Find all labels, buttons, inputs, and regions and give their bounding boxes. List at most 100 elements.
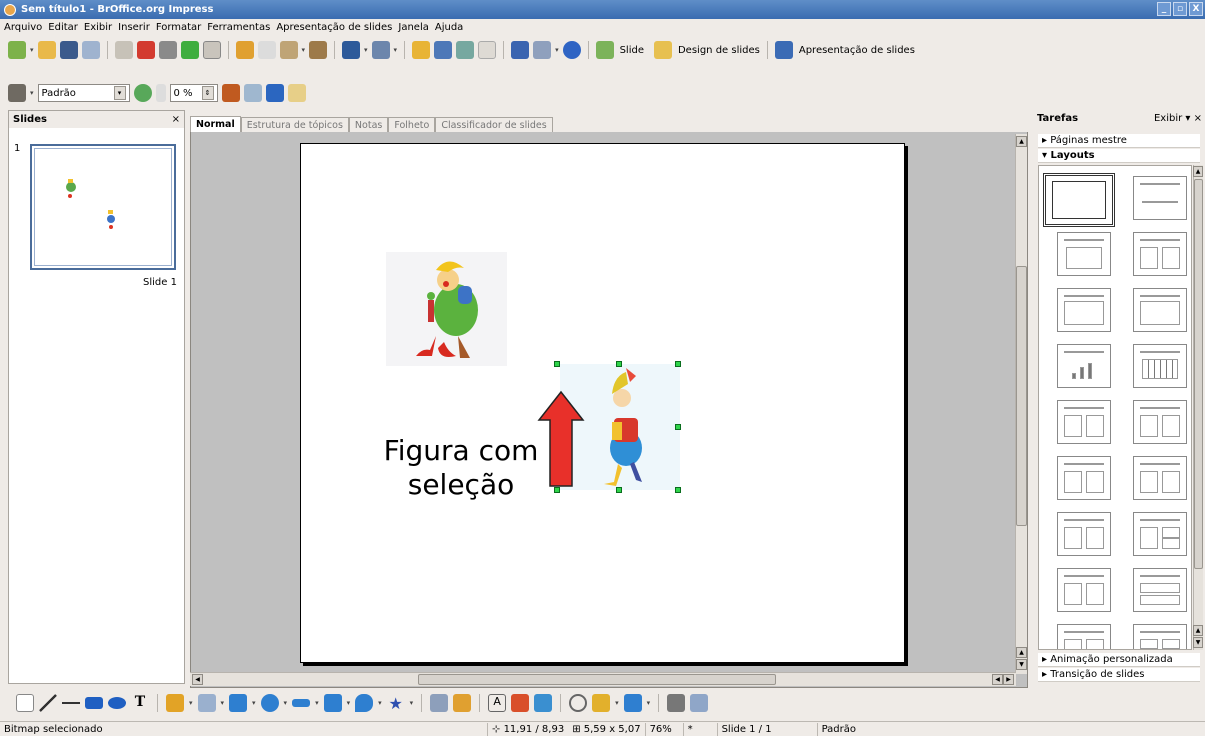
tab-outline[interactable]: Estrutura de tópicos (240, 117, 349, 132)
clown-image-1[interactable] (386, 252, 507, 366)
print-icon[interactable] (158, 41, 177, 59)
basic-shapes-icon[interactable] (229, 694, 248, 712)
selection-handle[interactable] (616, 487, 622, 493)
chevron-down-icon[interactable]: ▾ (221, 699, 225, 707)
stepper-icon[interactable]: ⇕ (201, 86, 214, 100)
chevron-down-icon[interactable]: ▾ (378, 699, 382, 707)
zoom-icon[interactable] (533, 41, 552, 59)
interaction-icon[interactable] (690, 694, 709, 712)
selection-handle[interactable] (675, 424, 681, 430)
paint-bucket-icon[interactable] (243, 84, 262, 102)
layout-two-objects-over-text[interactable] (1133, 624, 1187, 649)
menu-arquivo[interactable]: Arquivo (4, 22, 42, 33)
tasks-view-menu[interactable]: Exibir ▾ × (1154, 113, 1202, 124)
selection-handle[interactable] (675, 361, 681, 367)
slide-canvas[interactable]: Figura com seleção (300, 143, 905, 663)
section-layouts[interactable]: ▾ Layouts (1038, 149, 1200, 163)
layout-chart[interactable] (1057, 344, 1111, 388)
chevron-down-icon[interactable]: ▾ (615, 699, 619, 707)
page-down-icon[interactable]: ▼ (1193, 637, 1203, 648)
alignment-icon[interactable] (592, 694, 611, 712)
section-master-pages[interactable]: ▸ Páginas mestre (1038, 134, 1200, 148)
layout-text-chart[interactable] (1133, 400, 1187, 444)
selection-handle[interactable] (675, 487, 681, 493)
line-icon[interactable] (39, 694, 57, 712)
spellcheck-icon[interactable] (180, 41, 199, 59)
rectangle-icon[interactable] (85, 697, 103, 709)
menu-apresentacao[interactable]: Apresentação de slides (276, 22, 392, 33)
connector-icon[interactable] (197, 694, 216, 712)
rotate-icon[interactable] (569, 694, 588, 712)
export-icon[interactable] (114, 41, 133, 59)
table-icon[interactable] (434, 41, 453, 59)
annotation-text[interactable]: Figura com seleção (361, 434, 561, 502)
presentation-button[interactable]: Apresentação de slides (799, 45, 915, 56)
layout-blank[interactable] (1043, 173, 1115, 227)
presentation-icon[interactable] (774, 41, 793, 59)
stars-icon[interactable]: ★ (387, 694, 405, 713)
line-style-icon[interactable] (8, 84, 26, 102)
save-icon[interactable] (59, 41, 78, 59)
navigator-cross-icon[interactable] (511, 41, 530, 59)
shadow-icon[interactable] (265, 84, 284, 102)
color-icon[interactable] (133, 84, 152, 102)
horizontal-scroll-thumb[interactable] (418, 674, 776, 685)
transparency-field[interactable]: 0 % ⇕ (169, 84, 218, 102)
gallery-icon[interactable] (534, 694, 553, 712)
close-icon[interactable]: × (172, 114, 180, 125)
layout-title-box[interactable] (1133, 288, 1187, 332)
extrusion-icon[interactable] (667, 694, 686, 712)
section-slide-transition[interactable]: ▸ Transição de slides (1038, 668, 1200, 682)
chevron-down-icon[interactable]: ▾ (347, 699, 351, 707)
minimize-icon[interactable]: _ (1157, 2, 1171, 16)
layout-two-content[interactable] (1133, 232, 1187, 276)
chevron-down-icon[interactable]: ▾ (113, 86, 126, 100)
zoom-level[interactable]: 76% (644, 722, 683, 736)
undo-icon[interactable] (342, 41, 361, 59)
page-up-icon[interactable]: ▲ (1193, 625, 1203, 636)
arrange-icon[interactable] (623, 694, 642, 712)
section-custom-animation[interactable]: ▸ Animação personalizada (1038, 653, 1200, 667)
tab-normal[interactable]: Normal (190, 116, 241, 132)
slide-thumbnail[interactable] (30, 144, 176, 270)
open-folder-icon[interactable] (37, 41, 56, 59)
edit-file-icon[interactable] (81, 41, 100, 59)
page-down-icon[interactable]: ▼ (1016, 659, 1027, 670)
layouts-scrollbar[interactable]: ▲ ▲ ▼ (1193, 165, 1203, 650)
autospell-icon[interactable] (202, 41, 221, 59)
callouts-icon[interactable] (355, 694, 374, 712)
layout-object-over-text[interactable] (1133, 568, 1187, 612)
chevron-down-icon[interactable]: ▾ (252, 699, 256, 707)
vertical-scroll-thumb[interactable] (1016, 266, 1027, 526)
text-tool-icon[interactable]: T (131, 694, 149, 712)
horizontal-scrollbar[interactable]: ◀ ◀ ▶ (190, 672, 1016, 686)
fontwork-icon[interactable]: A (488, 694, 507, 712)
chart-icon[interactable] (412, 41, 431, 59)
layout-image-text[interactable] (1057, 400, 1111, 444)
glue-points-icon[interactable] (453, 694, 472, 712)
menu-formatar[interactable]: Formatar (156, 22, 201, 33)
layout-chart-text[interactable] (1133, 456, 1187, 500)
scroll-up-icon[interactable]: ▲ (1193, 166, 1203, 177)
chevron-down-icon[interactable]: ▾ (364, 46, 368, 54)
page-up-icon[interactable]: ▲ (1016, 647, 1027, 658)
chevron-down-icon[interactable]: ▾ (30, 46, 34, 54)
pen-icon[interactable] (221, 84, 240, 102)
menu-ferramentas[interactable]: Ferramentas (207, 22, 270, 33)
help-icon[interactable] (562, 41, 581, 59)
chevron-down-icon[interactable]: ▾ (410, 699, 414, 707)
paste-icon[interactable] (279, 41, 298, 59)
tab-notes[interactable]: Notas (348, 117, 389, 132)
navigator-icon[interactable] (456, 41, 475, 59)
copy-icon[interactable] (257, 41, 276, 59)
layout-title-text[interactable] (1057, 288, 1111, 332)
symbol-shapes-icon[interactable] (260, 694, 279, 712)
selection-handle[interactable] (616, 361, 622, 367)
chevron-down-icon[interactable]: ▾ (284, 699, 288, 707)
close-icon[interactable]: × (1194, 113, 1202, 124)
new-document-icon[interactable] (8, 41, 26, 59)
format-paintbrush-icon[interactable] (309, 41, 328, 59)
cut-icon[interactable] (235, 41, 254, 59)
menu-exibir[interactable]: Exibir (84, 22, 112, 33)
layout-title-only[interactable] (1133, 176, 1187, 220)
